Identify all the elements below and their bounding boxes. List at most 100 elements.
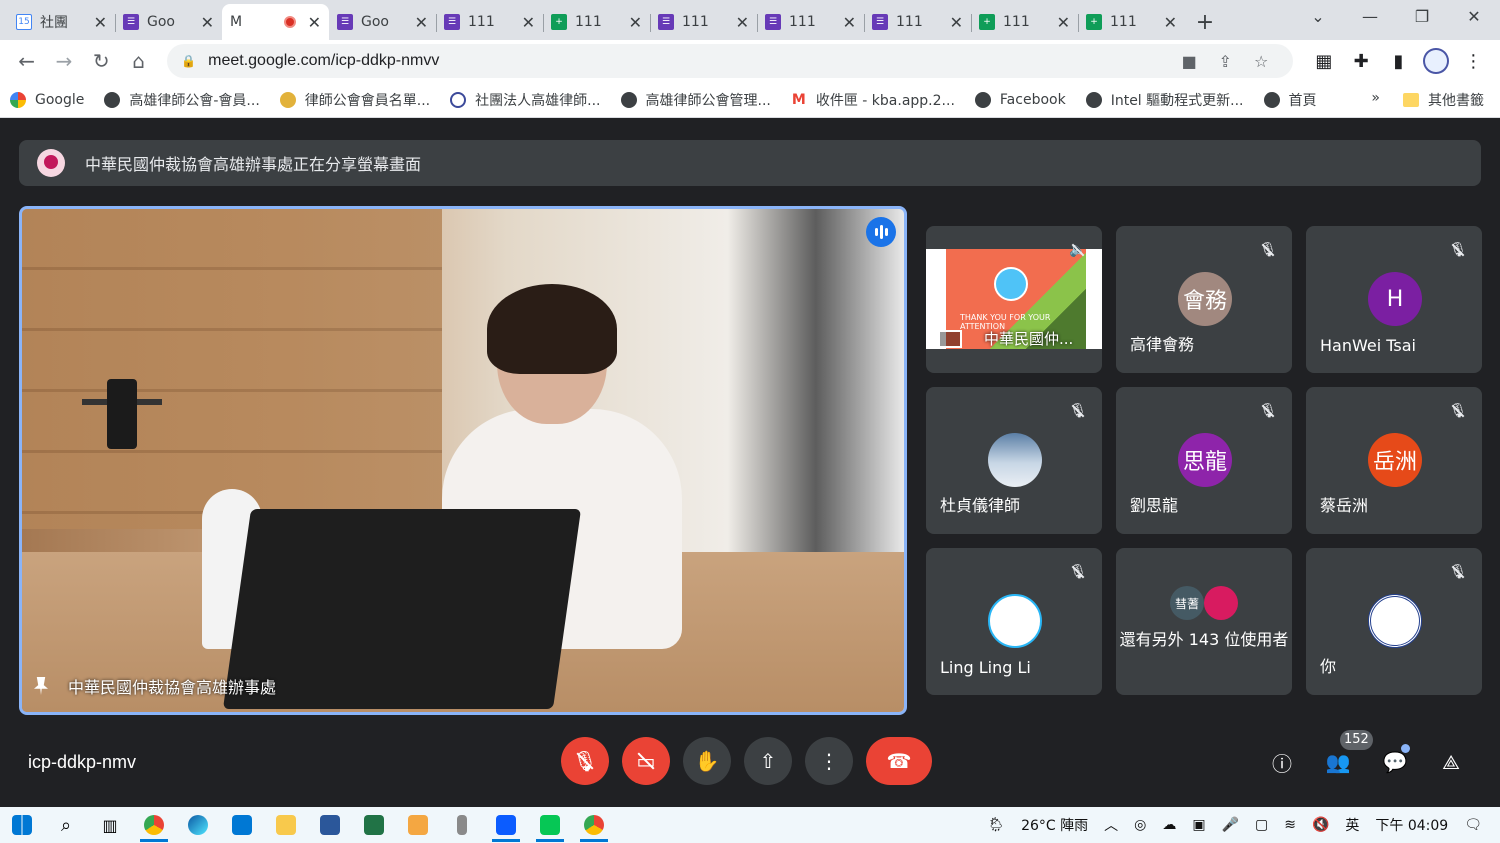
taskbar-excel[interactable] [352,807,396,843]
participant-tile[interactable]: 彗蓍 還有另外 143 位使用者 [1116,548,1292,695]
participant-tile[interactable]: 🎙 你 [1306,548,1482,695]
people-button[interactable]: 👥 [1323,747,1353,777]
taskbar-edge[interactable] [176,807,220,843]
taskbar-word[interactable] [308,807,352,843]
app-tray-icon[interactable]: ▣ [1192,817,1205,833]
bookmark-item[interactable]: Google [10,91,84,108]
raise-hand-button[interactable]: ✋ [683,737,731,785]
profile-avatar[interactable] [1423,48,1449,74]
close-tab-icon[interactable]: ✕ [94,13,107,32]
volume-muted-icon[interactable]: 🔇 [1312,817,1329,833]
close-tab-icon[interactable]: ✕ [950,13,963,32]
clock[interactable]: 下午 04:09 [1375,815,1448,835]
menu-kebab-icon[interactable]: ⋮ [1455,51,1492,72]
weather-icon[interactable]: 🌦 [987,817,1005,833]
start-button[interactable] [0,807,44,843]
other-bookmarks[interactable]: 其他書籤 [1403,90,1484,110]
participant-tile[interactable]: 🎙 杜貞儀律師 [926,387,1102,534]
present-button[interactable]: ⇧ [744,737,792,785]
close-tab-icon[interactable]: ✕ [308,13,321,32]
onedrive-icon[interactable]: ☁ [1162,817,1176,833]
forward-icon[interactable]: → [45,44,82,78]
browser-tab[interactable]: M ✕ [222,4,329,139]
browser-tab[interactable]: ☰ 111 ✕ [650,4,757,40]
close-tab-icon[interactable]: ✕ [201,13,214,32]
taskbar-zoom[interactable] [484,807,528,843]
main-video-tile[interactable]: 中華民國仲裁協會高雄辦事處 [19,206,907,715]
reload-icon[interactable]: ↻ [83,44,120,78]
ime-indicator[interactable]: 英 [1345,815,1359,835]
bookmark-item[interactable]: 高雄律師公會-會員... [104,90,260,110]
bookmark-item[interactable]: Facebook [974,91,1066,108]
camera-in-use-icon[interactable]: ■ [1171,52,1207,71]
browser-tab[interactable]: 15 社團 ✕ [8,4,115,40]
microphone-icon[interactable]: 🎤 [1222,817,1239,833]
back-icon[interactable]: ← [8,44,45,78]
taskbar-line[interactable] [528,807,572,843]
browser-tab[interactable]: +111 ✕ [1078,4,1185,40]
bookmark-item[interactable]: 律師公會會員名單... [279,90,430,110]
display-icon[interactable]: ▢ [1255,817,1268,833]
bookmark-item[interactable]: M 收件匣 - kba.app.2... [790,90,955,110]
participant-tile[interactable]: 🎙 思龍 劉思龍 [1116,387,1292,534]
meet-now-icon[interactable]: ◎ [1134,817,1146,833]
browser-tab[interactable]: ☰ Goo ✕ [329,4,436,40]
taskbar-usb[interactable] [440,807,484,843]
close-tab-icon[interactable]: ✕ [1164,13,1177,32]
bookmark-item[interactable]: Intel 驅動程式更新... [1085,90,1244,110]
participant-tile[interactable]: 🎙 岳洲 蔡岳洲 [1306,387,1482,534]
close-window-icon[interactable]: ✕ [1448,0,1500,34]
browser-tab[interactable]: ☰ 111 ✕ [436,4,543,40]
close-tab-icon[interactable]: ✕ [522,13,535,32]
minimize-icon[interactable]: — [1344,0,1396,34]
close-tab-icon[interactable]: ✕ [415,13,428,32]
browser-tab[interactable]: ☰ 111 ✕ [757,4,864,40]
participant-tile[interactable]: 🎙 H HanWei Tsai [1306,226,1482,373]
bookmark-item[interactable]: 社團法人高雄律師... [450,90,601,110]
address-bar[interactable]: 🔒 meet.google.com/icp-ddkp-nmvv ■ ⇪ ☆ [167,44,1294,78]
bookmarks-more-button[interactable]: » [1371,90,1380,106]
task-view-button[interactable]: ▥ [88,807,132,843]
tab-search-icon[interactable]: ⌄ [1292,0,1344,34]
url-text[interactable]: meet.google.com/icp-ddkp-nmvv [208,52,1171,70]
bookmark-item[interactable]: 高雄律師公會管理... [620,90,771,110]
share-icon[interactable]: ⇪ [1207,52,1243,71]
browser-tab[interactable]: ☰ 111 ✕ [864,4,971,40]
new-tab-button[interactable]: + [1185,4,1225,40]
browser-tab[interactable]: +111 ✕ [543,4,650,40]
pin-icon[interactable] [34,677,48,695]
apps-grid-icon[interactable]: ▦ [1305,51,1342,72]
close-tab-icon[interactable]: ✕ [843,13,856,32]
meeting-details-button[interactable]: ⓘ [1267,747,1297,777]
activities-button[interactable]: ⟁ [1436,747,1466,777]
participant-tile[interactable]: 🎙 Ling Ling Li [926,548,1102,695]
browser-tab[interactable]: ☰ Goo ✕ [115,4,222,40]
participant-tile[interactable]: THANK YOU FOR YOUR ATTENTION 中華民國仲... 🔈 [926,226,1102,373]
chevron-up-icon[interactable]: ︿ [1104,815,1118,835]
taskbar-chrome[interactable] [132,807,176,843]
extensions-icon[interactable]: ✚ [1342,51,1379,72]
participant-tile[interactable]: 🎙 會務 高律會務 [1116,226,1292,373]
star-icon[interactable]: ☆ [1243,52,1279,71]
weather-text[interactable]: 26°C 陣雨 [1021,815,1088,835]
wifi-icon[interactable]: ≋ [1284,817,1296,833]
lock-icon[interactable]: 🔒 [181,54,196,68]
notifications-icon[interactable]: 🗨 [1464,817,1482,833]
browser-tab[interactable]: +111 ✕ [971,4,1078,40]
bookmark-item[interactable]: 首頁 [1263,90,1317,110]
close-tab-icon[interactable]: ✕ [1057,13,1070,32]
taskbar-explorer[interactable] [264,807,308,843]
camera-toggle-button[interactable]: ▭ [622,737,670,785]
search-button[interactable]: ⌕ [44,807,88,843]
taskbar-chrome-2[interactable] [572,807,616,843]
close-tab-icon[interactable]: ✕ [736,13,749,32]
more-options-button[interactable]: ⋮ [805,737,853,785]
taskbar-app[interactable] [396,807,440,843]
close-tab-icon[interactable]: ✕ [629,13,642,32]
taskbar-mail[interactable] [220,807,264,843]
leave-call-button[interactable]: ☎ [866,737,932,785]
restore-icon[interactable]: ❐ [1396,0,1448,34]
side-panel-icon[interactable]: ▮ [1380,51,1417,72]
home-icon[interactable]: ⌂ [120,44,157,78]
mic-toggle-button[interactable]: 🎙 [561,737,609,785]
